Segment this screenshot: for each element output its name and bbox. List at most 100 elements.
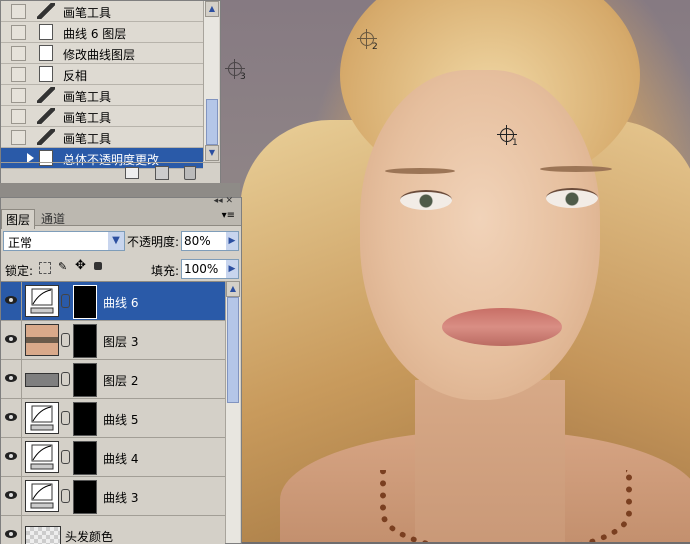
snapshot-checkbox[interactable] (11, 4, 26, 19)
link-chain-icon[interactable] (61, 411, 70, 425)
link-chain-icon[interactable] (61, 294, 70, 308)
history-item[interactable]: 画笔工具 (1, 106, 203, 127)
history-item-label: 画笔工具 (63, 6, 112, 20)
collapse-icon[interactable]: ◂◂ ✕ (214, 196, 233, 206)
visibility-toggle[interactable] (1, 399, 22, 437)
snapshot-checkbox[interactable] (11, 25, 26, 40)
layer-mask-thumbnail[interactable] (73, 363, 97, 397)
right-eye (546, 188, 598, 208)
layer-mask-thumbnail[interactable] (73, 480, 97, 514)
layer-thumbnail-eyes (25, 324, 59, 356)
layer-thumbnail-gray (25, 363, 59, 393)
snapshot-checkbox[interactable] (11, 130, 26, 145)
opacity-slider-arrow-icon[interactable]: ▶ (226, 232, 238, 250)
lock-label: 锁定: (5, 264, 34, 278)
layer-row[interactable]: 头发颜色 (1, 516, 225, 544)
layer-name: 图层 2 (103, 374, 139, 388)
lock-position-move-icon[interactable]: ✥ (75, 258, 86, 273)
curves-adjustment-thumbnail-icon (25, 480, 59, 512)
visibility-toggle[interactable] (1, 360, 22, 398)
history-item[interactable]: 画笔工具 (1, 127, 203, 148)
layer-row-selected[interactable]: 曲线 6 (1, 282, 225, 321)
layers-scrollbar[interactable]: ▲ (225, 281, 240, 543)
opacity-label: 不透明度: (127, 235, 180, 249)
history-item[interactable]: 反相 (1, 64, 203, 85)
blend-mode-select[interactable]: 正常 ▼ (3, 231, 125, 251)
layers-list: 曲线 6 图层 3 图层 2 曲线 5 曲线 4 曲线 3 头发颜色 (1, 281, 225, 544)
new-document-from-state-icon[interactable] (125, 167, 139, 179)
history-item-label: 画笔工具 (63, 90, 112, 104)
document-canvas[interactable]: 1 2 3 (220, 0, 690, 542)
link-chain-icon[interactable] (61, 450, 70, 464)
trash-icon[interactable] (184, 166, 196, 180)
right-eyebrow (540, 166, 612, 172)
eye-icon (5, 413, 17, 421)
scroll-thumb[interactable] (227, 297, 239, 403)
link-chain-icon[interactable] (61, 489, 70, 503)
layer-row[interactable]: 曲线 5 (1, 399, 225, 438)
visibility-toggle[interactable] (1, 282, 22, 320)
opacity-input[interactable]: 80% ▶ (181, 231, 239, 251)
layer-mask-thumbnail[interactable] (73, 441, 97, 475)
brush-icon (37, 108, 55, 124)
face (360, 70, 600, 400)
lock-transparency-icon[interactable] (39, 262, 51, 274)
history-footer (1, 162, 220, 183)
link-chain-icon[interactable] (61, 333, 70, 347)
document-icon (39, 66, 53, 82)
visibility-toggle[interactable] (1, 516, 22, 544)
visibility-toggle[interactable] (1, 438, 22, 476)
layer-row[interactable]: 图层 3 (1, 321, 225, 360)
lock-all-icon[interactable] (94, 262, 102, 270)
history-item[interactable]: 曲线 6 图层 (1, 22, 203, 43)
panel-title-bar[interactable]: ◂◂ ✕ (1, 196, 241, 209)
scroll-up-button[interactable]: ▲ (205, 1, 219, 17)
snapshot-checkbox[interactable] (11, 88, 26, 103)
layers-panel: ◂◂ ✕ 图层 通道 ▾≡ 正常 ▼ 不透明度: 80% ▶ 锁定: ✎ ✥ 填… (0, 196, 242, 544)
brush-icon (37, 87, 55, 103)
tab-layers[interactable]: 图层 (1, 209, 36, 229)
panel-gap (0, 183, 240, 197)
curves-adjustment-thumbnail-icon (25, 402, 59, 434)
eye-icon (5, 491, 17, 499)
scroll-thumb[interactable] (206, 99, 218, 145)
chevron-down-icon[interactable]: ▼ (108, 232, 124, 250)
panel-menu-icon[interactable]: ▾≡ (222, 210, 235, 221)
tab-channels[interactable]: 通道 (37, 209, 69, 228)
history-item[interactable]: 修改曲线图层 (1, 43, 203, 64)
lock-image-brush-icon[interactable]: ✎ (58, 260, 67, 273)
layer-name: 曲线 6 (103, 296, 139, 310)
visibility-toggle[interactable] (1, 477, 22, 515)
layer-row[interactable]: 图层 2 (1, 360, 225, 399)
history-item-label: 画笔工具 (63, 111, 112, 125)
fill-slider-arrow-icon[interactable]: ▶ (226, 260, 238, 278)
layer-mask-thumbnail[interactable] (73, 285, 97, 319)
layer-mask-thumbnail[interactable] (73, 402, 97, 436)
new-snapshot-icon[interactable] (155, 166, 169, 180)
scroll-down-button[interactable]: ▼ (205, 145, 219, 161)
history-panel: 画笔工具 曲线 6 图层 修改曲线图层 反相 画笔工具 画笔工具 画笔工具 总体… (0, 0, 221, 184)
visibility-toggle[interactable] (1, 321, 22, 359)
layer-row[interactable]: 曲线 4 (1, 438, 225, 477)
layer-row[interactable]: 曲线 3 (1, 477, 225, 516)
layer-name: 曲线 4 (103, 452, 139, 466)
sampler-2-label: 2 (372, 42, 378, 52)
snapshot-checkbox[interactable] (11, 67, 26, 82)
history-scrollbar[interactable]: ▲ ▼ (203, 1, 219, 161)
curves-adjustment-thumbnail-icon (25, 285, 59, 317)
scroll-up-button[interactable]: ▲ (226, 281, 240, 297)
sampler-3-label: 3 (240, 72, 246, 82)
fill-input[interactable]: 100% ▶ (181, 259, 239, 279)
left-eyebrow (385, 168, 455, 174)
snapshot-checkbox[interactable] (11, 109, 26, 124)
link-chain-icon[interactable] (61, 372, 70, 386)
curves-adjustment-thumbnail-icon (25, 441, 59, 473)
layer-mask-thumbnail[interactable] (73, 324, 97, 358)
layer-name: 曲线 5 (103, 413, 139, 427)
eye-icon (5, 530, 17, 538)
snapshot-checkbox[interactable] (11, 46, 26, 61)
sampler-1-label: 1 (512, 138, 518, 148)
history-item[interactable]: 画笔工具 (1, 1, 203, 22)
document-icon (39, 45, 53, 61)
history-item[interactable]: 画笔工具 (1, 85, 203, 106)
